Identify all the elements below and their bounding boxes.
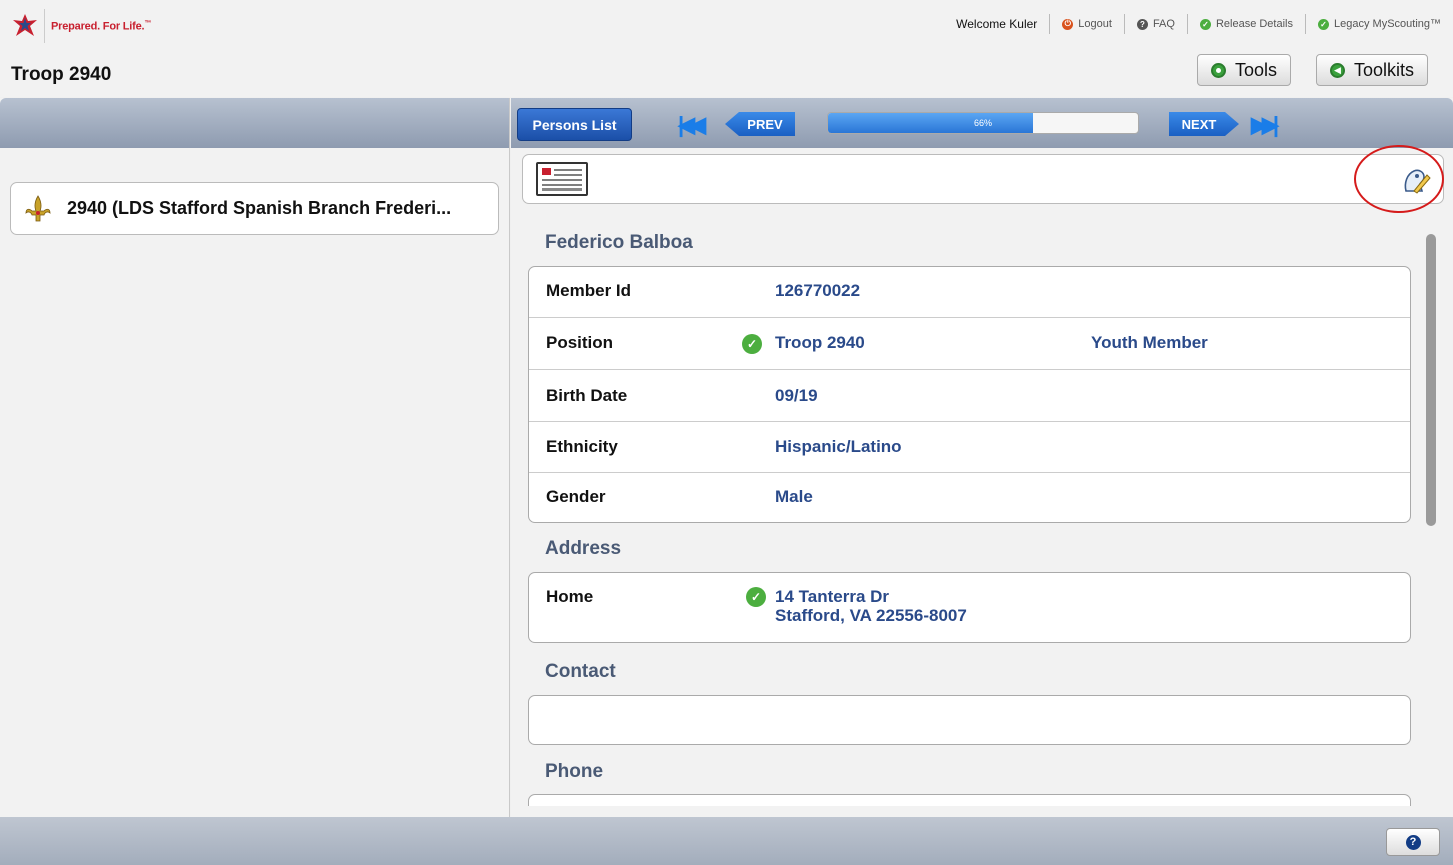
help-icon: ? — [1405, 834, 1421, 850]
ethnicity-value: Hispanic/Latino — [775, 437, 902, 456]
fleur-de-lis-icon — [25, 194, 51, 221]
tools-label: Tools — [1235, 59, 1278, 80]
bsa-logo[interactable]: Prepared. For Life.™ — [10, 9, 151, 43]
back-icon: ◀ — [1330, 62, 1345, 78]
row-label: Birth Date — [546, 386, 628, 405]
address-line-1: 14 Tanterra Dr — [775, 587, 890, 606]
left-panel-bar — [0, 98, 509, 148]
welcome-text: Welcome Kuler — [956, 17, 1038, 31]
row-label: Position — [546, 333, 614, 352]
unit-card[interactable]: 2940 (LDS Stafford Spanish Branch Freder… — [10, 182, 499, 235]
gender-value: Male — [775, 487, 813, 506]
nav-divider — [1305, 14, 1306, 34]
birth-date-value: 09/19 — [775, 386, 818, 405]
home-icon — [1211, 62, 1226, 78]
check-icon: ✓ — [742, 334, 762, 354]
address-line-2: Stafford, VA 22556-8007 — [775, 606, 967, 625]
position-unit-value: Troop 2940 — [775, 333, 865, 352]
legacy-link[interactable]: ✓ Legacy MyScouting™ — [1318, 18, 1441, 30]
nav-divider — [1049, 14, 1051, 34]
progress-text: 66% — [973, 118, 992, 128]
contact-table — [528, 695, 1411, 745]
contact-heading: Contact — [545, 661, 616, 682]
table-row: Gender Male — [529, 473, 1410, 522]
logo-tagline: Prepared. For Life.™ — [51, 19, 152, 33]
row-label: Ethnicity — [546, 437, 618, 456]
logout-icon: ⏻ — [1062, 18, 1074, 30]
logo-divider — [44, 9, 45, 43]
person-name: Federico Balboa — [545, 232, 693, 253]
table-row: Position ✓ Troop 2940 Youth Member — [529, 318, 1410, 370]
check-icon: ✓ — [1318, 18, 1329, 30]
check-icon: ✓ — [746, 587, 766, 607]
tools-button[interactable]: Tools — [1197, 54, 1292, 86]
help-button[interactable]: ? — [1386, 828, 1440, 856]
next-button[interactable]: NEXT — [1169, 112, 1239, 136]
address-value: 14 Tanterra Dr Stafford, VA 22556-8007 — [775, 587, 967, 625]
release-details-label: Release Details — [1215, 18, 1293, 30]
nav-divider — [1186, 14, 1188, 34]
legacy-label: Legacy MyScouting™ — [1334, 18, 1441, 30]
highlight-circle — [1354, 145, 1444, 213]
toolkits-label: Toolkits — [1354, 59, 1415, 80]
phone-table — [528, 794, 1411, 806]
nav-divider — [1123, 14, 1125, 34]
persons-list-button[interactable]: Persons List — [517, 108, 632, 141]
record-toolbar: Persons List |◀◀ PREV 66% NEXT ▶▶| — [511, 98, 1453, 148]
member-id-value: 126770022 — [775, 281, 861, 300]
table-row: Member Id 126770022 — [529, 267, 1410, 318]
faq-link[interactable]: ? FAQ — [1136, 18, 1175, 30]
progress-bar: 66% — [827, 112, 1139, 134]
address-heading: Address — [545, 538, 622, 559]
left-panel: 2940 (LDS Stafford Spanish Branch Freder… — [0, 98, 510, 817]
position-role-value: Youth Member — [1091, 333, 1208, 352]
id-card-icon[interactable] — [536, 162, 588, 196]
card-toolbar — [522, 154, 1444, 204]
right-panel: Persons List |◀◀ PREV 66% NEXT ▶▶| Feder… — [511, 98, 1453, 817]
page-title: Troop 2940 — [11, 64, 112, 85]
toolkits-button[interactable]: ◀ Toolkits — [1316, 54, 1429, 86]
row-label: Home — [546, 587, 594, 606]
row-label: Member Id — [546, 281, 632, 300]
first-page-icon[interactable]: |◀◀ — [678, 112, 706, 138]
person-details: Federico Balboa Member Id 126770022 Posi… — [527, 216, 1413, 806]
row-label: Gender — [546, 487, 606, 506]
top-nav: Welcome Kuler ⏻ Logout ? FAQ ✓ Release D… — [956, 14, 1441, 34]
faq-icon: ? — [1136, 18, 1148, 30]
logout-label: Logout — [1078, 18, 1112, 30]
faq-label: FAQ — [1152, 18, 1175, 30]
last-page-icon[interactable]: ▶▶| — [1251, 112, 1279, 138]
address-table: Home ✓ 14 Tanterra Dr Stafford, VA 22556… — [528, 572, 1411, 643]
app-header: Prepared. For Life.™ Troop 2940 Welcome … — [0, 0, 1453, 97]
unit-name: 2940 (LDS Stafford Spanish Branch Freder… — [67, 198, 452, 218]
bsa-logo-icon — [13, 14, 37, 36]
release-details-link[interactable]: ✓ Release Details — [1199, 18, 1293, 30]
app-footer: ? — [0, 817, 1453, 865]
logout-link[interactable]: ⏻ Logout — [1062, 18, 1112, 30]
scrollbar[interactable] — [1426, 234, 1436, 526]
table-row: Home ✓ 14 Tanterra Dr Stafford, VA 22556… — [529, 573, 1410, 642]
details-table: Member Id 126770022 Position ✓ Troop 294… — [528, 266, 1411, 523]
phone-heading: Phone — [545, 761, 604, 782]
check-icon: ✓ — [1199, 18, 1211, 30]
table-row: Ethnicity Hispanic/Latino — [529, 422, 1410, 473]
table-row: Birth Date 09/19 — [529, 370, 1410, 422]
prev-button[interactable]: PREV — [725, 112, 795, 136]
